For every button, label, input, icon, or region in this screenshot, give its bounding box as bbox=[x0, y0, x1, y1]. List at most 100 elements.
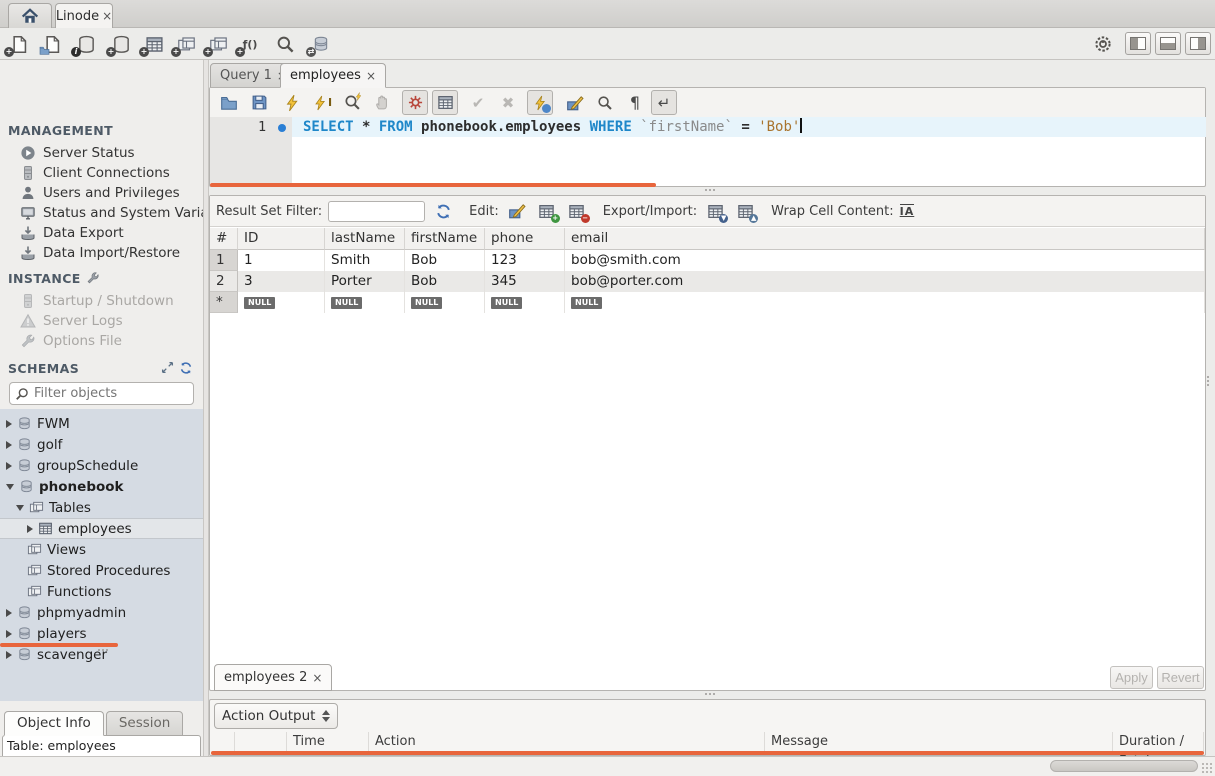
create-schema-icon[interactable]: + bbox=[108, 32, 134, 56]
toggle-bottom-panel-button[interactable] bbox=[1155, 32, 1181, 55]
search-table-data-icon[interactable] bbox=[272, 32, 298, 56]
sidebar-item-startup-shutdown[interactable]: Startup / Shutdown bbox=[20, 291, 174, 311]
connection-tab-linode[interactable]: Linode × bbox=[55, 3, 113, 28]
sidebar-splitter-grip[interactable] bbox=[88, 649, 118, 651]
toggle-stop-on-error-icon[interactable] bbox=[402, 90, 428, 115]
beautify-script-icon[interactable] bbox=[562, 90, 588, 115]
tree-item-table-employees[interactable]: employees bbox=[0, 518, 203, 539]
cell-lastname[interactable]: Porter bbox=[325, 271, 405, 292]
col-header-id[interactable]: ID bbox=[238, 228, 325, 250]
tab-employees-2[interactable]: employees 2 × bbox=[214, 664, 332, 691]
tree-item-schema-phonebook[interactable]: phonebook bbox=[0, 476, 203, 497]
close-icon[interactable]: × bbox=[312, 671, 322, 685]
stop-execution-icon[interactable] bbox=[369, 90, 395, 115]
collapse-arrow-icon[interactable] bbox=[16, 505, 24, 511]
sql-code[interactable]: SELECT * FROM phonebook.employees WHERE … bbox=[303, 118, 802, 135]
cell-id[interactable]: 1 bbox=[238, 250, 325, 271]
toggle-left-panel-button[interactable] bbox=[1125, 32, 1151, 55]
sidebar-item-options-file[interactable]: Options File bbox=[20, 331, 122, 351]
cell-id[interactable]: 3 bbox=[238, 271, 325, 292]
row-number[interactable]: 1 bbox=[210, 250, 238, 271]
results-output-splitter-grip[interactable] bbox=[695, 693, 725, 695]
expand-arrow-icon[interactable] bbox=[6, 609, 12, 617]
expand-arrow-icon[interactable] bbox=[6, 441, 12, 449]
tree-item-schema-scavenger[interactable]: scavenger bbox=[0, 644, 203, 665]
revert-button[interactable]: Revert bbox=[1157, 666, 1204, 689]
new-row-marker[interactable]: * bbox=[210, 292, 238, 313]
col-header-duration[interactable]: Duration / Fetch bbox=[1113, 732, 1204, 753]
tree-item-schema-golf[interactable]: golf bbox=[0, 434, 203, 455]
col-header-action[interactable]: Action bbox=[369, 732, 765, 753]
col-header-firstname[interactable]: firstName bbox=[405, 228, 485, 250]
toggle-autocommit-icon[interactable] bbox=[527, 90, 553, 115]
create-table-icon[interactable]: + bbox=[141, 32, 167, 56]
editor-horizontal-scrollbar[interactable] bbox=[210, 183, 656, 187]
col-header-lastname[interactable]: lastName bbox=[325, 228, 405, 250]
cell-lastname[interactable]: Smith bbox=[325, 250, 405, 271]
reconnect-dbms-icon[interactable]: ⇄ bbox=[308, 32, 334, 56]
expand-schemas-icon[interactable] bbox=[161, 361, 174, 374]
tree-item-stored-procedures[interactable]: Stored Procedures bbox=[0, 560, 203, 581]
horizontal-scrollbar-thumb[interactable] bbox=[1050, 760, 1198, 772]
delete-row-icon[interactable]: − bbox=[565, 200, 589, 222]
null-cell[interactable]: NULL bbox=[405, 292, 485, 313]
export-recordset-icon[interactable]: ▼ bbox=[703, 200, 727, 222]
wrap-content-icon[interactable]: IA bbox=[900, 204, 915, 218]
output-selector[interactable]: Action Output bbox=[214, 703, 338, 729]
cell-phone[interactable]: 345 bbox=[485, 271, 565, 292]
cell-email[interactable]: bob@porter.com bbox=[565, 271, 1205, 292]
activity-gear-icon[interactable] bbox=[1093, 34, 1113, 54]
result-set-filter-input[interactable] bbox=[328, 201, 425, 222]
sidebar-item-server-status[interactable]: Server Status bbox=[20, 143, 135, 163]
col-header-email[interactable]: email bbox=[565, 228, 1205, 250]
col-header-message[interactable]: Message bbox=[765, 732, 1113, 753]
open-script-icon[interactable] bbox=[216, 90, 242, 115]
sidebar-item-client-connections[interactable]: Client Connections bbox=[20, 163, 170, 183]
null-cell[interactable]: NULL bbox=[565, 292, 1205, 313]
refresh-icon[interactable] bbox=[431, 200, 455, 222]
tree-item-schema-players[interactable]: players bbox=[0, 623, 203, 644]
sidebar-item-users-privileges[interactable]: Users and Privileges bbox=[20, 183, 180, 203]
cell-firstname[interactable]: Bob bbox=[405, 271, 485, 292]
sidebar-item-server-logs[interactable]: Server Logs bbox=[20, 311, 123, 331]
expand-arrow-icon[interactable] bbox=[6, 651, 12, 659]
cell-firstname[interactable]: Bob bbox=[405, 250, 485, 271]
create-function-icon[interactable]: ƒ()+ bbox=[237, 32, 263, 56]
editor-results-splitter-grip[interactable] bbox=[695, 189, 725, 191]
close-icon[interactable]: × bbox=[366, 69, 376, 83]
expand-arrow-icon[interactable] bbox=[6, 420, 12, 428]
execute-current-icon[interactable]: I bbox=[309, 90, 335, 115]
tree-item-tables[interactable]: Tables bbox=[0, 497, 203, 518]
tab-session[interactable]: Session bbox=[106, 711, 184, 736]
schema-filter-input[interactable] bbox=[34, 386, 174, 401]
expand-arrow-icon[interactable] bbox=[27, 525, 33, 533]
find-icon[interactable] bbox=[592, 90, 618, 115]
right-splitter-grip[interactable] bbox=[1207, 370, 1213, 392]
tree-item-functions[interactable]: Functions bbox=[0, 581, 203, 602]
sidebar-item-data-import[interactable]: Data Import/Restore bbox=[20, 243, 180, 263]
expand-arrow-icon[interactable] bbox=[6, 462, 12, 470]
close-icon[interactable]: × bbox=[102, 9, 112, 23]
row-number[interactable]: 2 bbox=[210, 271, 238, 292]
col-header-time[interactable]: Time bbox=[287, 732, 369, 753]
database-inspector-icon[interactable]: i bbox=[73, 32, 99, 56]
null-cell[interactable]: NULL bbox=[485, 292, 565, 313]
resize-grip[interactable] bbox=[1201, 762, 1213, 774]
col-header-phone[interactable]: phone bbox=[485, 228, 565, 250]
limit-rows-icon[interactable] bbox=[432, 90, 458, 115]
null-cell[interactable]: NULL bbox=[325, 292, 405, 313]
save-script-icon[interactable] bbox=[246, 90, 272, 115]
expand-arrow-icon[interactable] bbox=[6, 630, 12, 638]
null-cell[interactable]: NULL bbox=[238, 292, 325, 313]
import-records-icon[interactable]: ▲ bbox=[733, 200, 757, 222]
cell-email[interactable]: bob@smith.com bbox=[565, 250, 1205, 271]
refresh-schemas-icon[interactable] bbox=[179, 361, 193, 375]
tree-item-schema-phpmyadmin[interactable]: phpmyadmin bbox=[0, 602, 203, 623]
tree-item-schema-groupschedule[interactable]: groupSchedule bbox=[0, 455, 203, 476]
sidebar-horizontal-scrollbar[interactable] bbox=[0, 643, 118, 647]
commit-icon[interactable]: ✔ bbox=[465, 90, 491, 115]
open-sql-script-icon[interactable] bbox=[39, 32, 65, 56]
cell-phone[interactable]: 123 bbox=[485, 250, 565, 271]
col-header-rownum[interactable]: # bbox=[210, 228, 238, 250]
word-wrap-icon[interactable]: ↵ bbox=[651, 90, 677, 115]
